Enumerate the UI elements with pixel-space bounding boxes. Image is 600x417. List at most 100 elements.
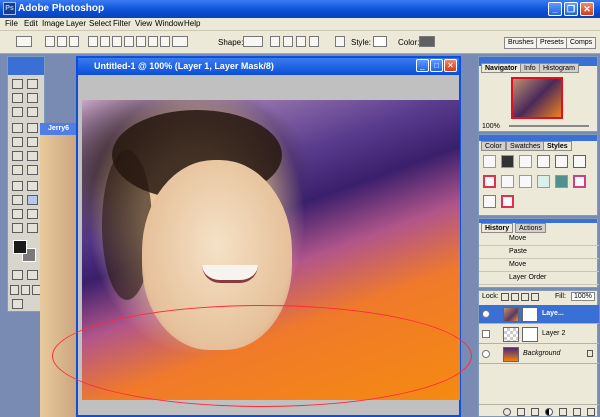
style-swatch[interactable] (483, 195, 496, 208)
shape-tool-icon[interactable] (27, 195, 38, 205)
menu-view[interactable]: View (135, 19, 152, 28)
shape-layers-icon[interactable] (45, 36, 55, 47)
menu-image[interactable]: Image (42, 19, 64, 28)
line-icon[interactable] (160, 36, 170, 47)
swatches-tab[interactable]: Swatches (506, 141, 545, 151)
comps-tab[interactable]: Comps (566, 37, 597, 49)
layer-row[interactable]: Background (479, 345, 599, 364)
document-title-bar[interactable]: Untitled-1 @ 100% (Layer 1, Layer Mask/8… (78, 58, 459, 75)
history-item[interactable]: Paste (479, 246, 599, 259)
close-icon[interactable]: ✕ (580, 2, 594, 16)
style-swatch[interactable] (501, 195, 514, 208)
new-layer-icon[interactable] (573, 408, 581, 416)
style-swatch[interactable] (537, 175, 550, 188)
blur-tool-icon[interactable] (12, 165, 23, 175)
eye-icon[interactable] (482, 350, 490, 358)
healing-brush-icon[interactable] (12, 123, 23, 133)
path-select-icon[interactable] (12, 181, 23, 191)
hand-tool-icon[interactable] (12, 223, 23, 233)
navigator-tab[interactable]: Navigator (481, 63, 522, 73)
gradient-tool-icon[interactable] (27, 151, 38, 161)
menu-filter[interactable]: Filter (113, 19, 131, 28)
eraser-icon[interactable] (12, 151, 23, 161)
link-layers-icon[interactable] (503, 408, 511, 416)
doc-close-icon[interactable]: ✕ (444, 59, 457, 72)
style-swatch[interactable] (483, 155, 496, 168)
notes-tool-icon[interactable] (12, 209, 23, 219)
menu-select[interactable]: Select (89, 19, 111, 28)
fill-pixels-icon[interactable] (69, 36, 79, 47)
navigator-zoom-value[interactable]: 100% (482, 123, 500, 130)
link-icon[interactable] (335, 36, 345, 47)
move-tool-icon[interactable] (27, 79, 38, 89)
style-swatch[interactable] (519, 155, 532, 168)
eyedropper-icon[interactable] (27, 209, 38, 219)
intersect-icon[interactable] (296, 36, 306, 47)
lock-move-icon[interactable] (521, 293, 529, 301)
paths-icon[interactable] (57, 36, 67, 47)
fill-value[interactable]: 100% (571, 292, 595, 301)
history-brush-icon[interactable] (27, 137, 38, 147)
tool-preset-picker-icon[interactable] (16, 36, 32, 47)
pen-icon[interactable] (88, 36, 98, 47)
history-item[interactable]: Move (479, 259, 599, 272)
subtract-icon[interactable] (283, 36, 293, 47)
pen-tool-icon[interactable] (12, 195, 23, 205)
color-swatch[interactable] (419, 36, 435, 47)
layer-style-icon[interactable] (517, 408, 525, 416)
marquee-tool-icon[interactable] (12, 79, 23, 89)
brush-tool-icon[interactable] (27, 123, 38, 133)
layer-row[interactable]: Layer 2 (479, 325, 599, 344)
exclude-icon[interactable] (309, 36, 319, 47)
brushes-tab[interactable]: Brushes (504, 37, 538, 49)
adjustment-layer-icon[interactable] (545, 408, 553, 416)
slice-tool-icon[interactable] (27, 107, 38, 117)
layer-mask-thumbnail[interactable] (522, 327, 538, 342)
crop-tool-icon[interactable] (12, 107, 23, 117)
screen-mode-menu-icon[interactable] (21, 285, 30, 295)
custom-shape-icon[interactable] (172, 36, 188, 47)
style-swatch[interactable] (483, 175, 496, 188)
quick-mask-icon[interactable] (27, 270, 38, 280)
style-swatch[interactable] (501, 155, 514, 168)
style-swatch[interactable] (501, 175, 514, 188)
history-item[interactable]: Layer Order (479, 272, 599, 285)
ellipse-icon[interactable] (136, 36, 146, 47)
layer-row[interactable]: Laye... (479, 305, 599, 324)
background-document-title[interactable]: Jerry6 (40, 123, 80, 135)
doc-minimize-icon[interactable]: _ (416, 59, 429, 72)
color-tab[interactable]: Color (481, 141, 506, 151)
lock-transparent-icon[interactable] (501, 293, 509, 301)
menu-file[interactable]: File (5, 19, 18, 28)
style-swatch[interactable] (573, 155, 586, 168)
type-tool-icon[interactable] (27, 181, 38, 191)
menu-help[interactable]: Help (184, 19, 200, 28)
navigator-zoom-slider[interactable] (509, 125, 589, 127)
new-group-icon[interactable] (559, 408, 567, 416)
foreground-color-swatch[interactable] (13, 240, 27, 254)
presets-tab[interactable]: Presets (536, 37, 568, 49)
style-swatch[interactable] (519, 175, 532, 188)
jump-to-imageready-icon[interactable] (12, 299, 23, 309)
lasso-tool-icon[interactable] (12, 93, 23, 103)
style-swatch[interactable] (537, 155, 550, 168)
standard-mode-icon[interactable] (12, 270, 23, 280)
style-swatch[interactable] (373, 36, 387, 47)
combine-icon[interactable] (270, 36, 280, 47)
restore-icon[interactable]: ❐ (564, 2, 578, 16)
style-swatch[interactable] (555, 175, 568, 188)
navigator-thumbnail[interactable] (511, 77, 563, 119)
add-mask-icon[interactable] (531, 408, 539, 416)
visibility-box-icon[interactable] (482, 330, 490, 338)
magic-wand-icon[interactable] (27, 93, 38, 103)
shape-picker[interactable] (243, 36, 263, 47)
histogram-tab[interactable]: Histogram (539, 63, 579, 73)
lock-all-icon[interactable] (531, 293, 539, 301)
screen-mode-standard-icon[interactable] (10, 285, 19, 295)
info-tab[interactable]: Info (520, 63, 540, 73)
menu-layer[interactable]: Layer (66, 19, 86, 28)
polygon-icon[interactable] (148, 36, 158, 47)
lock-brush-icon[interactable] (511, 293, 519, 301)
minimize-icon[interactable]: _ (548, 2, 562, 16)
styles-tab[interactable]: Styles (543, 141, 572, 151)
